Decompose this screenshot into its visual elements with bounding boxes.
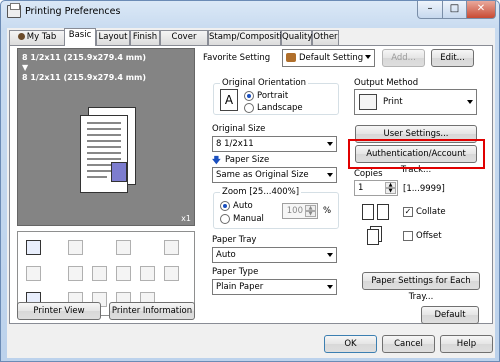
tab-my-tab[interactable]: My Tab	[9, 30, 65, 45]
printer-view-button[interactable]: Printer View	[17, 302, 101, 320]
tab-basic[interactable]: Basic	[64, 28, 96, 46]
copies-range: [1...9999]	[403, 184, 445, 194]
favorite-icon	[286, 53, 296, 62]
preview-arrow: ▼	[22, 63, 29, 72]
preview-original-size: 8 1/2x11 (215.9x279.4 mm)	[22, 53, 147, 62]
preview-paper-size: 8 1/2x11 (215.9x279.4 mm)	[22, 73, 147, 82]
printer-icon	[7, 3, 21, 18]
duplex-icon[interactable]	[26, 266, 41, 281]
chevron-down-icon	[327, 285, 333, 289]
favorite-setting-select[interactable]: Default Setting	[282, 49, 375, 67]
paper-settings-each-tray-button[interactable]: Paper Settings for Each Tray...	[362, 272, 480, 302]
output-tray-icon[interactable]	[26, 240, 41, 255]
offset-label: Offset	[416, 231, 442, 241]
favorite-setting-label: Favorite Setting	[203, 53, 271, 63]
page-order-icon[interactable]	[116, 266, 131, 281]
zoom-percentage-input[interactable]: 100 ▲ ▼	[282, 203, 318, 219]
window-title: Printing Preferences	[25, 6, 121, 17]
paper-tray-select[interactable]: Auto	[212, 247, 337, 263]
paper-size-label: Paper Size	[225, 155, 270, 165]
portrait-icon: A	[220, 89, 238, 111]
zoom-manual-radio[interactable]	[220, 214, 230, 224]
tray-marker	[111, 162, 127, 182]
zoom-unit: %	[323, 206, 332, 216]
chevron-down-icon	[327, 173, 333, 177]
landscape-radio[interactable]	[244, 103, 254, 113]
combine-icon[interactable]	[68, 266, 83, 281]
portrait-label: Portrait	[257, 91, 289, 101]
original-size-select[interactable]: 8 1/2x11	[212, 136, 337, 152]
print-icon	[359, 94, 377, 110]
offset-checkbox[interactable]	[403, 231, 413, 241]
collate-icon	[362, 202, 392, 222]
user-icon	[17, 33, 25, 40]
preview-paper	[80, 115, 128, 193]
zoom-group: Zoom [25...400%]	[213, 187, 339, 229]
title-bar[interactable]: Printing Preferences – □ ✕	[1, 1, 499, 23]
printing-preferences-window: Printing Preferences – □ ✕ My Tab Basic …	[0, 0, 500, 362]
tab-cover-mode[interactable]: Cover Mode	[160, 30, 208, 55]
paper-type-select[interactable]: Plain Paper	[212, 279, 337, 295]
binding-icon[interactable]	[140, 266, 155, 281]
output-method-label: Output Method	[354, 78, 419, 88]
paper-tray-value: Auto	[216, 250, 236, 260]
chevron-down-icon	[327, 253, 333, 257]
output-method-value: Print	[383, 97, 403, 107]
copies-value: 1	[358, 183, 364, 193]
original-size-value: 8 1/2x11	[216, 139, 254, 149]
tab-layout[interactable]: Layout	[96, 30, 130, 45]
tab-quality[interactable]: Quality	[281, 30, 312, 45]
output-method-select[interactable]: Print	[354, 89, 477, 115]
chevron-down-icon	[327, 142, 333, 146]
paper-size-value: Same as Original Size	[216, 170, 309, 180]
favorite-setting-value: Default Setting	[299, 53, 364, 63]
original-orientation-title: Original Orientation	[220, 78, 308, 88]
zoom-value: 100	[286, 206, 303, 216]
ok-button[interactable]: OK	[324, 335, 377, 353]
tab-other[interactable]: Other	[312, 30, 339, 45]
chevron-down-icon	[365, 55, 371, 59]
maximize-button[interactable]: □	[442, 1, 467, 19]
printer-information-button[interactable]: Printer Information	[109, 302, 195, 320]
tab-stamp-composition[interactable]: Stamp/Composition	[208, 30, 293, 45]
spin-down-icon[interactable]: ▼	[305, 211, 316, 217]
offset-icon	[367, 226, 383, 246]
tab-label: My Tab	[26, 32, 57, 42]
dialog-client-area: My Tab Basic Layout Finish Cover Mode St…	[7, 28, 495, 358]
cancel-button[interactable]: Cancel	[382, 335, 435, 353]
help-button[interactable]: Help	[440, 335, 493, 353]
staple-icon[interactable]	[68, 240, 83, 255]
tab-finish[interactable]: Finish	[130, 30, 160, 45]
chevron-down-icon	[467, 100, 473, 104]
paper-tray-label: Paper Tray	[212, 235, 257, 245]
highlight-box	[348, 139, 485, 169]
default-button[interactable]: Default	[421, 306, 479, 324]
spin-down-icon[interactable]: ▼	[385, 188, 396, 194]
zoom-auto-radio[interactable]	[220, 201, 230, 211]
copies-label: Copies	[354, 169, 383, 179]
cover-icon[interactable]	[164, 266, 179, 281]
paper-type-value: Plain Paper	[216, 282, 264, 292]
paper-size-select[interactable]: Same as Original Size	[212, 167, 337, 183]
edit-favorite-button[interactable]: Edit...	[431, 49, 474, 67]
zoom-auto-label: Auto	[233, 201, 253, 211]
collate-checkbox[interactable]: ✓	[403, 207, 413, 217]
paper-type-label: Paper Type	[212, 267, 259, 277]
close-button[interactable]: ✕	[466, 1, 496, 19]
booklet-icon[interactable]	[92, 266, 107, 281]
landscape-label: Landscape	[257, 103, 303, 113]
preview-copies: x1	[181, 214, 191, 223]
copies-input[interactable]: 1 ▲ ▼	[354, 180, 398, 196]
zoom-title: Zoom [25...400%]	[220, 187, 302, 197]
page-preview: 8 1/2x11 (215.9x279.4 mm) ▼ 8 1/2x11 (21…	[17, 48, 195, 226]
portrait-radio[interactable]	[244, 91, 254, 101]
original-size-label: Original Size	[212, 124, 266, 134]
fold-icon[interactable]	[164, 240, 179, 255]
zoom-manual-label: Manual	[233, 214, 264, 224]
minimize-button[interactable]: –	[417, 1, 443, 19]
add-favorite-button[interactable]: Add...	[382, 49, 425, 67]
collate-label: Collate	[416, 207, 446, 217]
punch-icon[interactable]	[116, 240, 131, 255]
